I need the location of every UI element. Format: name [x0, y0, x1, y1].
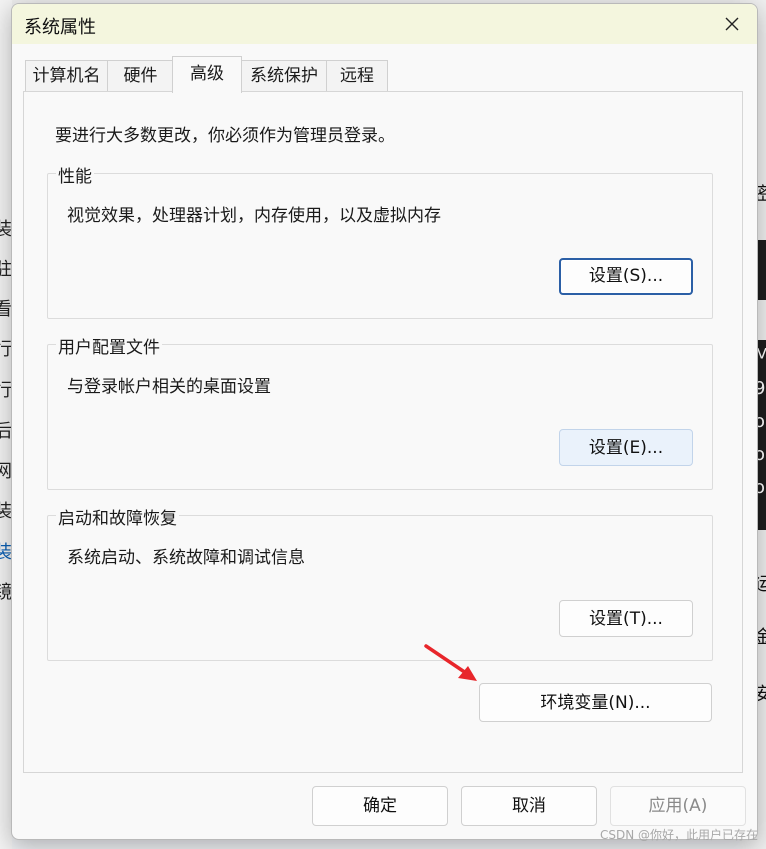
- performance-settings-button[interactable]: 设置(S)...: [559, 258, 693, 295]
- performance-description: 视觉效果，处理器计划，内存使用，以及虚拟内存: [67, 206, 441, 226]
- annotation-arrow-icon: [424, 644, 477, 681]
- user-profiles-group: 用户配置文件 与登录帐户相关的桌面设置 设置(E)...: [47, 333, 713, 490]
- apply-button[interactable]: 应用(A): [610, 786, 746, 826]
- startup-recovery-legend: 启动和故障恢复: [56, 504, 179, 529]
- watermark: CSDN @你好，此用户已存在: [599, 828, 758, 842]
- cancel-button[interactable]: 取消: [461, 786, 597, 826]
- dialog-title: 系统属性: [24, 17, 96, 38]
- ok-button[interactable]: 确定: [312, 786, 448, 826]
- advanced-tab-panel: 要进行大多数更改，你必须作为管理员登录。 性能 视觉效果，处理器计划，内存使用，…: [23, 91, 743, 773]
- user-profiles-legend: 用户配置文件: [56, 333, 162, 358]
- tab-computer-name[interactable]: 计算机名: [25, 60, 108, 91]
- admin-notice: 要进行大多数更改，你必须作为管理员登录。: [55, 126, 395, 146]
- performance-group: 性能 视觉效果，处理器计划，内存使用，以及虚拟内存 设置(S)...: [47, 162, 713, 319]
- close-button[interactable]: [707, 4, 757, 44]
- tab-system-protection[interactable]: 系统保护: [241, 60, 327, 91]
- environment-variables-button[interactable]: 环境变量(N)...: [479, 683, 712, 722]
- tab-remote[interactable]: 远程: [326, 60, 388, 91]
- startup-recovery-settings-button[interactable]: 设置(T)...: [559, 600, 693, 637]
- performance-legend: 性能: [56, 162, 94, 187]
- startup-recovery-group: 启动和故障恢复 系统启动、系统故障和调试信息 设置(T)...: [47, 504, 713, 661]
- startup-recovery-description: 系统启动、系统故障和调试信息: [67, 548, 305, 568]
- close-icon: [725, 17, 739, 31]
- system-properties-dialog: 系统属性 计算机名 硬件 高级 系统保护 远程 要进行大多数更改，你必须作为管理…: [11, 3, 758, 840]
- user-profiles-settings-button[interactable]: 设置(E)...: [559, 429, 693, 466]
- tab-hardware[interactable]: 硬件: [107, 60, 174, 91]
- user-profiles-description: 与登录帐户相关的桌面设置: [67, 377, 271, 397]
- title-bar[interactable]: 系统属性: [12, 4, 757, 44]
- tab-advanced[interactable]: 高级: [172, 56, 242, 93]
